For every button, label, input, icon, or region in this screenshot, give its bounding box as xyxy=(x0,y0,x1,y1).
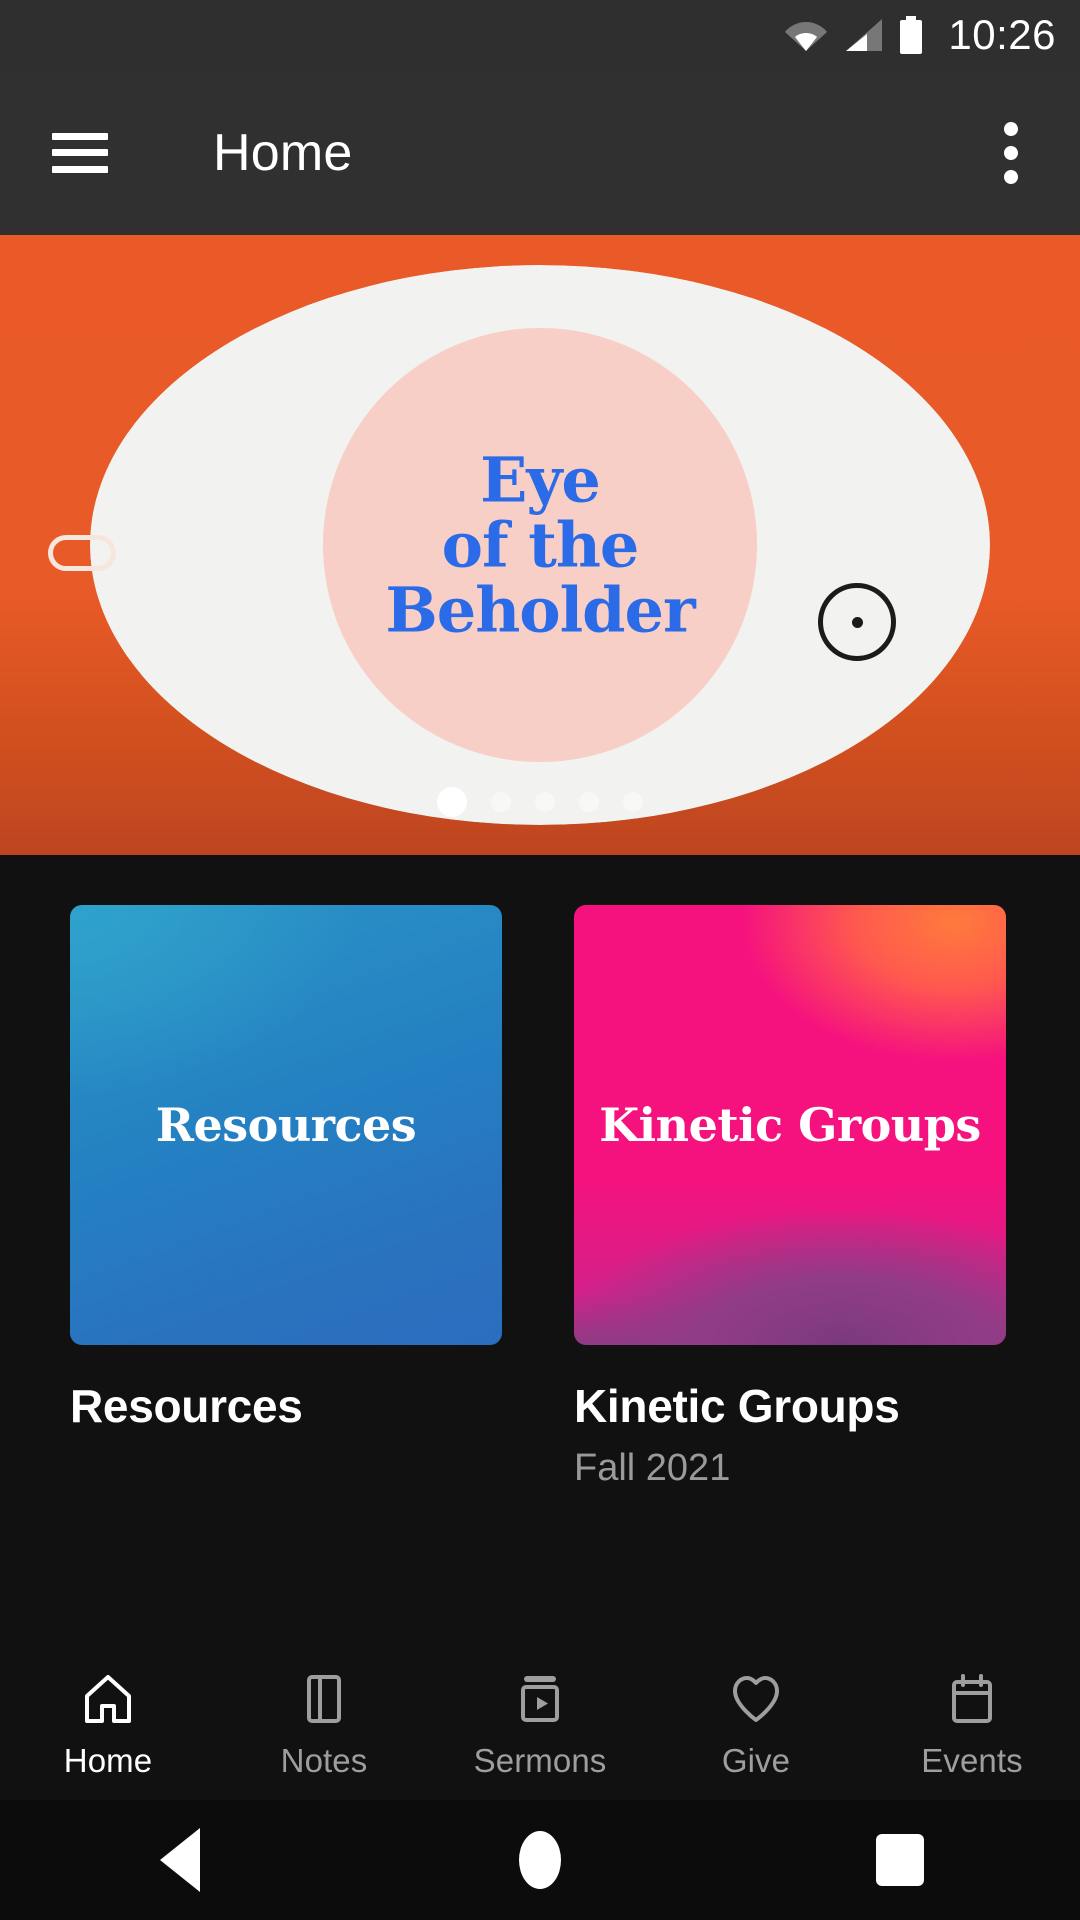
hero-title: Eye of the Beholder xyxy=(260,447,820,642)
hero-banner-carousel[interactable]: Eye of the Beholder xyxy=(0,235,1080,855)
home-icon xyxy=(79,1670,137,1728)
card-resources-tile-label: Resources xyxy=(155,1098,417,1152)
heart-icon xyxy=(727,1670,785,1728)
card-resources-title: Resources xyxy=(70,1380,303,1432)
overflow-menu-icon[interactable] xyxy=(982,118,1040,188)
nav-label-give: Give xyxy=(721,1742,791,1779)
nav-label-home: Home xyxy=(63,1742,153,1779)
wifi-icon xyxy=(784,18,828,52)
calendar-icon xyxy=(943,1670,1001,1728)
battery-icon xyxy=(898,16,924,54)
nav-item-give[interactable]: Give xyxy=(648,1670,864,1780)
hamburger-menu-icon[interactable] xyxy=(52,132,108,173)
hero-title-line-3: Beholder xyxy=(385,573,695,647)
carousel-dot-4[interactable] xyxy=(579,792,599,812)
card-kinetic-groups-subtitle: Fall 2021 xyxy=(574,1447,731,1489)
carousel-indicator xyxy=(0,787,1080,817)
card-kinetic-groups-title: Kinetic Groups xyxy=(574,1380,900,1432)
card-kinetic-groups: Kinetic Groups Kinetic Groups Fall 2021 xyxy=(574,905,1006,1490)
hero-title-line-2: of the xyxy=(441,508,640,582)
sermons-video-icon xyxy=(511,1670,569,1728)
status-bar: 10:26 xyxy=(0,0,1080,70)
circle-dot-icon xyxy=(818,583,896,661)
bottom-navigation-bar: Home Notes Sermons Give Events xyxy=(0,1650,1080,1800)
page-title: Home xyxy=(213,123,353,182)
nav-item-home[interactable]: Home xyxy=(0,1670,216,1780)
cellular-signal-icon xyxy=(842,18,884,52)
card-grid: Resources Resources Kinetic Groups Kinet… xyxy=(0,905,1080,1490)
recents-button[interactable] xyxy=(840,1800,960,1920)
card-kinetic-groups-tile-label: Kinetic Groups xyxy=(599,1098,981,1152)
nav-item-notes[interactable]: Notes xyxy=(216,1670,432,1780)
carousel-dot-5[interactable] xyxy=(623,792,643,812)
nav-item-events[interactable]: Events xyxy=(864,1670,1080,1780)
back-button[interactable] xyxy=(120,1800,240,1920)
home-button[interactable] xyxy=(480,1800,600,1920)
app-bar: Home xyxy=(0,70,1080,235)
status-bar-clock: 10:26 xyxy=(948,11,1056,58)
nav-label-sermons: Sermons xyxy=(473,1742,607,1779)
carousel-dot-2[interactable] xyxy=(491,792,511,812)
hero-title-line-1: Eye xyxy=(480,443,601,517)
phone-screen: 10:26 Home Eye of the Beholder Resources… xyxy=(0,0,1080,1920)
carousel-dot-1[interactable] xyxy=(437,787,467,817)
nav-item-sermons[interactable]: Sermons xyxy=(432,1670,648,1780)
pill-outline-icon-top-left xyxy=(48,535,116,571)
card-resources-tile[interactable]: Resources xyxy=(70,905,502,1345)
nav-label-notes: Notes xyxy=(280,1742,368,1779)
android-system-navigation xyxy=(0,1800,1080,1920)
nav-label-events: Events xyxy=(921,1742,1023,1779)
card-resources: Resources Resources xyxy=(70,905,502,1490)
notes-icon xyxy=(295,1670,353,1728)
carousel-dot-3[interactable] xyxy=(535,792,555,812)
card-kinetic-groups-tile[interactable]: Kinetic Groups xyxy=(574,905,1006,1345)
